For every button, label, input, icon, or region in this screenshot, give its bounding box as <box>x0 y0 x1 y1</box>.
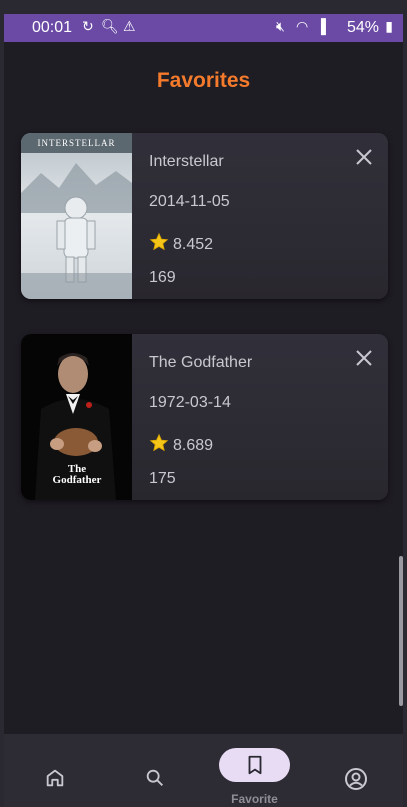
movie-poster: INTERSTELLAR <box>21 133 132 299</box>
bookmark-icon <box>248 755 262 775</box>
close-icon[interactable] <box>354 147 374 167</box>
star-icon <box>149 232 169 251</box>
status-time: 00:01 <box>32 19 73 36</box>
page-title: Favorites <box>156 69 251 92</box>
movie-poster: The Godfather <box>21 334 132 500</box>
search-icon <box>146 769 163 786</box>
release-date: 2014-11-05 <box>149 193 230 210</box>
runtime: 169 <box>149 269 176 286</box>
favorite-card[interactable]: The Godfather The Godfather 1972-03-14 8… <box>21 334 388 500</box>
status-bar: 00:01 ↻ 🔍︎ ⚠ 🔇︎ ◠ ▐ 54% ▮ <box>4 14 403 42</box>
warning-icon: ⚠ <box>123 18 136 34</box>
profile-icon <box>345 768 367 790</box>
rating: 8.689 <box>149 433 213 455</box>
favorite-card[interactable]: INTERSTELLAR Interstellar 2014-11-05 8.4… <box>21 133 388 299</box>
sync-icon: ↻ <box>82 18 94 34</box>
scrollbar[interactable] <box>399 556 403 706</box>
poster-title: The Godfather <box>52 463 102 486</box>
poster-title: INTERSTELLAR <box>37 138 116 148</box>
nav-favorite-label[interactable]: Favorite <box>214 792 295 806</box>
release-date: 1972-03-14 <box>149 394 231 411</box>
app-screen: Favorites INTERSTELLAR Interstellar 2014… <box>4 42 403 734</box>
close-icon[interactable] <box>354 348 374 368</box>
runtime: 175 <box>149 470 176 487</box>
signal-icon: ▐ <box>316 18 326 34</box>
bottom-navigation: Favorite <box>4 734 403 807</box>
home-icon <box>46 769 64 787</box>
nav-home[interactable] <box>14 734 94 807</box>
rating-value: 8.452 <box>173 236 214 253</box>
nav-favorite[interactable] <box>219 748 290 782</box>
rating: 8.452 <box>149 232 213 254</box>
nav-profile[interactable] <box>314 734 394 807</box>
movie-title: Interstellar <box>149 153 224 170</box>
nav-search[interactable] <box>114 734 194 807</box>
battery-icon: ▮ <box>385 18 393 34</box>
top-strip <box>0 0 407 14</box>
battery-level: 54% <box>346 19 379 36</box>
wifi-icon: ◠ <box>296 18 309 34</box>
star-icon <box>149 433 169 452</box>
rating-value: 8.689 <box>173 437 214 454</box>
movie-title: The Godfather <box>149 354 253 371</box>
search-status-icon: 🔍︎ <box>101 18 119 34</box>
mute-icon: 🔇︎ <box>276 18 285 34</box>
